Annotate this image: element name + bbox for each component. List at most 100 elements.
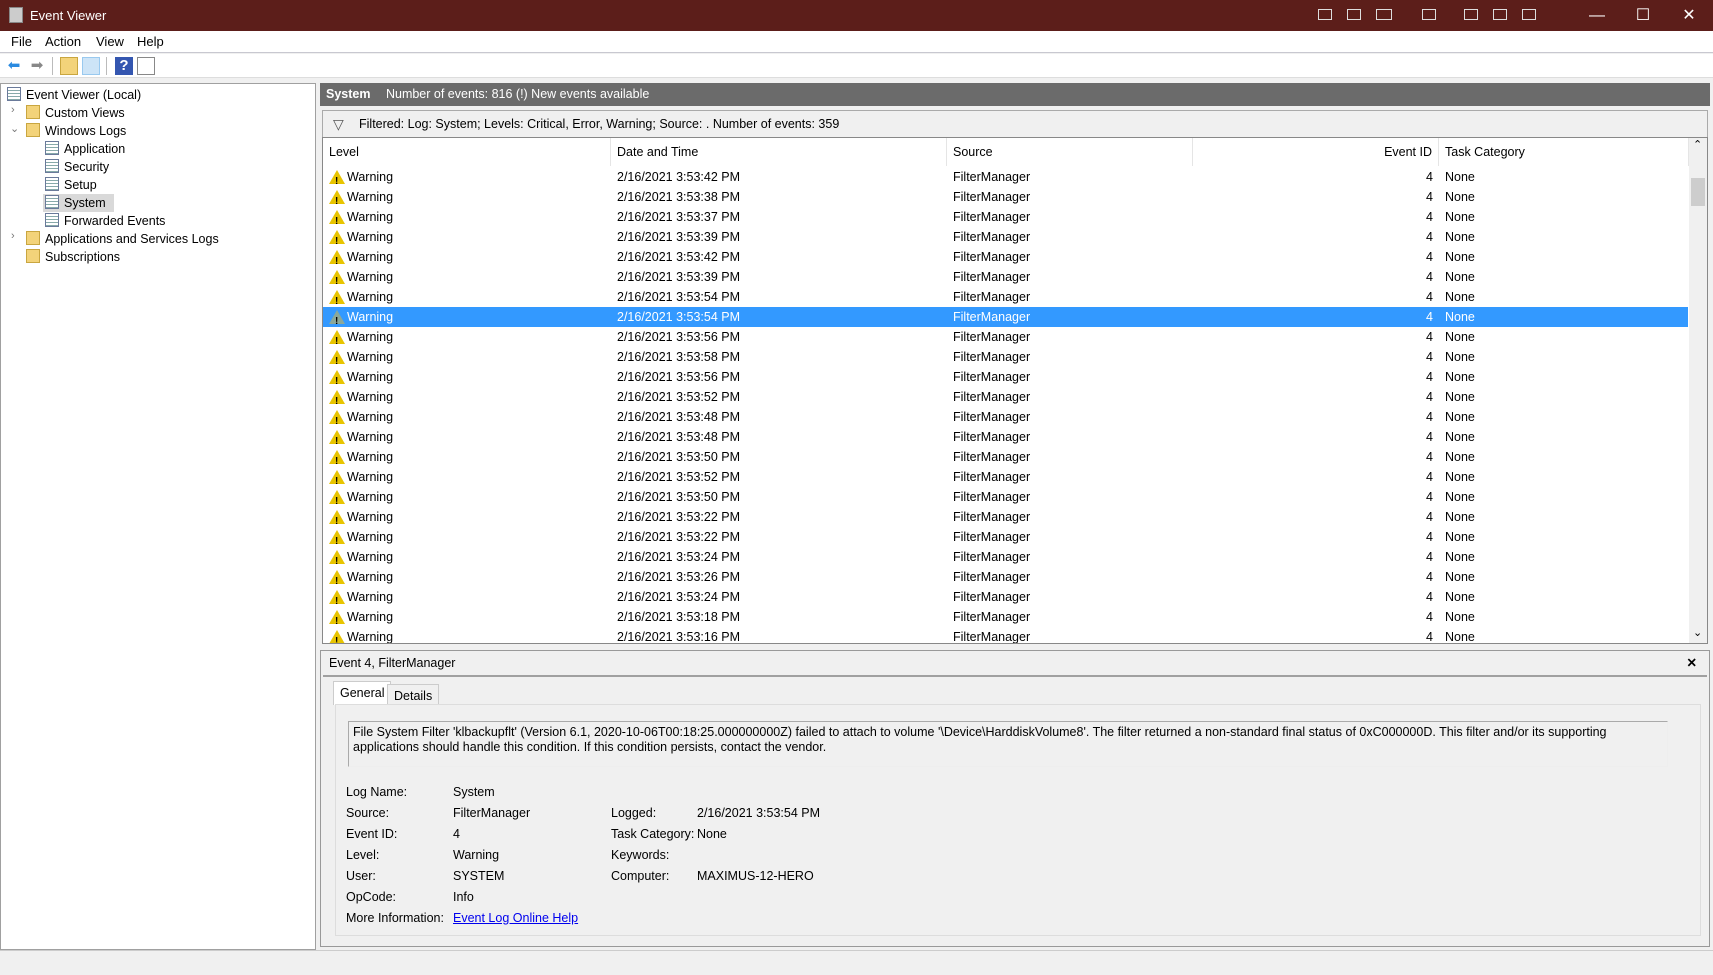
table-row[interactable]: Warning 2/16/2021 3:53:42 PM FilterManager… [323, 247, 1688, 272]
snap-layout-icon[interactable] [1522, 9, 1536, 20]
table-row[interactable]: Warning 2/16/2021 3:53:24 PM FilterManager… [323, 587, 1688, 612]
warning-icon [329, 430, 345, 452]
warning-icon [329, 370, 345, 392]
snap-layout-icon[interactable] [1464, 9, 1478, 20]
table-row[interactable]: Warning 2/16/2021 3:53:54 PM FilterManager… [323, 287, 1688, 312]
forward-icon[interactable]: ➡ [28, 57, 46, 75]
table-row[interactable]: Warning 2/16/2021 3:53:16 PM FilterManager… [323, 627, 1688, 644]
table-row[interactable]: Warning 2/16/2021 3:53:56 PM FilterManager… [323, 367, 1688, 392]
table-row[interactable]: Warning 2/16/2021 3:53:22 PM FilterManager… [323, 527, 1688, 552]
table-row[interactable]: Warning 2/16/2021 3:53:42 PM FilterManager… [323, 167, 1688, 192]
cell-date-time: 2/16/2021 3:53:37 PM [617, 210, 741, 224]
tree-item-applications-and-services-logs[interactable]: Applications and Services Logs [26, 230, 219, 248]
table-row[interactable]: Warning 2/16/2021 3:53:38 PM FilterManager… [323, 187, 1688, 212]
events-table: Level Date and Time Source Event ID Task… [322, 137, 1708, 644]
chevron-down-icon[interactable]: ⌄ [10, 122, 20, 135]
cell-date-time: 2/16/2021 3:53:38 PM [617, 190, 741, 204]
preview-close-button[interactable]: ✕ [1687, 655, 1697, 670]
table-row[interactable]: Warning 2/16/2021 3:53:24 PM FilterManager… [323, 547, 1688, 572]
event-preview-pane: Event 4, FilterManager ✕ General Details… [320, 650, 1710, 947]
table-row[interactable]: Warning 2/16/2021 3:53:48 PM FilterManager… [323, 407, 1688, 432]
action-pane-icon[interactable] [137, 57, 155, 75]
label-event-id: Event ID: [346, 827, 398, 841]
event-count-info: Number of events: 816 (!) New events ava… [385, 87, 650, 101]
tab-details[interactable]: Details [387, 684, 440, 706]
table-row[interactable]: Warning 2/16/2021 3:53:18 PM FilterManager… [323, 607, 1688, 632]
column-header-event-id[interactable]: Event ID [1193, 138, 1439, 166]
table-row[interactable]: Warning 2/16/2021 3:53:26 PM FilterManager… [323, 567, 1688, 592]
menu-file[interactable]: File [11, 34, 32, 49]
table-row[interactable]: Warning 2/16/2021 3:53:39 PM FilterManager… [323, 267, 1688, 292]
chevron-right-icon[interactable]: › [11, 104, 21, 116]
scroll-down-arrow[interactable]: ⌄ [1693, 626, 1702, 639]
filter-description: Filtered: Log: System; Levels: Critical,… [359, 117, 840, 131]
log-name: System [326, 87, 371, 101]
table-row[interactable]: Warning 2/16/2021 3:53:52 PM FilterManager… [323, 467, 1688, 492]
cell-level: Warning [347, 430, 394, 444]
event-log-online-help-link[interactable]: Event Log Online Help [453, 911, 578, 925]
column-header-task-category[interactable]: Task Category [1439, 138, 1689, 166]
table-row[interactable]: Warning 2/16/2021 3:53:48 PM FilterManager… [323, 427, 1688, 452]
table-row[interactable]: Warning 2/16/2021 3:53:56 PM FilterManager… [323, 327, 1688, 352]
minimize-button[interactable]: — [1574, 0, 1620, 31]
cell-date-time: 2/16/2021 3:53:56 PM [617, 330, 741, 344]
snap-layout-icon[interactable] [1318, 9, 1332, 20]
show-hide-tree-icon[interactable] [82, 57, 100, 75]
tree-item-windows-logs[interactable]: Windows Logs [26, 122, 126, 140]
help-icon[interactable]: ? [115, 57, 133, 75]
cell-event-id: 4 [1426, 370, 1433, 384]
table-row[interactable]: Warning 2/16/2021 3:53:37 PM FilterManager… [323, 207, 1688, 232]
table-row[interactable]: Warning 2/16/2021 3:53:50 PM FilterManager… [323, 447, 1688, 472]
label-keywords: Keywords: [611, 848, 670, 862]
cell-date-time: 2/16/2021 3:53:48 PM [617, 410, 741, 424]
menu-action[interactable]: Action [45, 34, 81, 49]
tree-item-forwarded-events[interactable]: Forwarded Events [45, 212, 165, 230]
menu-help[interactable]: Help [137, 34, 164, 49]
cell-event-id: 4 [1426, 470, 1433, 484]
scroll-up-arrow[interactable]: ⌃ [1693, 138, 1702, 151]
cell-source: FilterManager [953, 470, 1031, 484]
table-row[interactable]: Warning 2/16/2021 3:53:52 PM FilterManager… [323, 387, 1688, 412]
close-button[interactable]: ✕ [1666, 0, 1712, 31]
tree-item-subscriptions[interactable]: Subscriptions [26, 248, 120, 266]
tree-item-application[interactable]: Application [45, 140, 125, 158]
folder-icon [26, 231, 40, 245]
snap-layout-icon[interactable] [1376, 9, 1392, 20]
folder-up-icon[interactable] [60, 57, 78, 75]
cell-date-time: 2/16/2021 3:53:16 PM [617, 630, 741, 644]
table-row[interactable]: Warning 2/16/2021 3:53:58 PM FilterManager… [323, 347, 1688, 372]
snap-layout-icon[interactable] [1347, 9, 1361, 20]
cell-task-category: None [1445, 190, 1475, 204]
cell-event-id: 4 [1426, 290, 1433, 304]
back-icon[interactable]: ⬅ [5, 57, 23, 75]
tree-item-custom-views[interactable]: Custom Views [26, 104, 125, 122]
column-header-source[interactable]: Source [947, 138, 1193, 166]
scrollbar-thumb[interactable] [1691, 178, 1705, 206]
table-row[interactable]: Warning 2/16/2021 3:53:50 PM FilterManager… [323, 487, 1688, 512]
cell-task-category: None [1445, 410, 1475, 424]
label-user: User: [346, 869, 376, 883]
snap-layout-icon[interactable] [1493, 9, 1507, 20]
vertical-scrollbar[interactable]: ⌃ ⌄ [1689, 138, 1707, 643]
warning-icon [329, 170, 345, 192]
table-row[interactable]: Warning 2/16/2021 3:53:39 PM FilterManager… [323, 227, 1688, 252]
table-row[interactable]: Warning 2/16/2021 3:53:54 PM FilterManager… [323, 307, 1688, 332]
column-header-level[interactable]: Level [323, 138, 611, 166]
toolbar: ⬅ ➡ ? [0, 54, 1713, 78]
tree-item-security[interactable]: Security [45, 158, 109, 176]
cell-date-time: 2/16/2021 3:53:50 PM [617, 490, 741, 504]
chevron-right-icon[interactable]: › [11, 230, 21, 242]
cell-task-category: None [1445, 250, 1475, 264]
tab-general[interactable]: General [333, 681, 392, 705]
menu-view[interactable]: View [96, 34, 124, 49]
warning-icon [329, 510, 345, 532]
column-header-date-time[interactable]: Date and Time [611, 138, 947, 166]
table-row[interactable]: Warning 2/16/2021 3:53:22 PM FilterManager… [323, 507, 1688, 532]
tree-item-system[interactable]: System [43, 194, 114, 212]
tree-item-event-viewer-local[interactable]: Event Viewer (Local) [7, 86, 141, 104]
maximize-button[interactable]: ☐ [1620, 0, 1666, 31]
tree-item-setup[interactable]: Setup [45, 176, 97, 194]
event-message[interactable]: File System Filter 'klbackupflt' (Versio… [348, 721, 1668, 767]
cell-date-time: 2/16/2021 3:53:52 PM [617, 470, 741, 484]
snap-layout-icon[interactable] [1422, 9, 1436, 20]
